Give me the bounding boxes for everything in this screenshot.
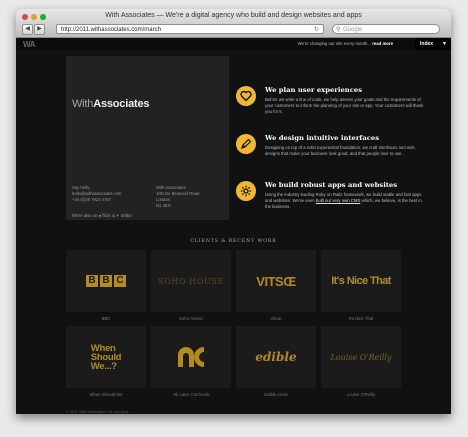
client-tile-vitsoe[interactable]: VITSŒ — [236, 250, 316, 312]
top-strip: WA We're changing our site every month..… — [16, 38, 451, 50]
wa-logo[interactable]: WA — [23, 40, 35, 49]
browser-window: With Associates — We're a digital agency… — [16, 9, 451, 414]
flickr-link[interactable]: flickr — [102, 213, 111, 218]
vitsoe-logo: VITSŒ — [256, 273, 296, 289]
read-more-link[interactable]: read more — [372, 41, 393, 46]
louise-oreilly-logo: Louise O'Reilly — [330, 352, 392, 362]
twitter-icon: ✦ — [116, 213, 120, 218]
address-line: N1 4EN — [156, 203, 171, 208]
address-block: With Associates 10G De Beauvoir Road Lon… — [156, 185, 199, 209]
heart-icon — [236, 86, 256, 106]
url-text: http://2011.withassociates.com/march — [61, 27, 161, 33]
client-caption: Soho House — [179, 316, 203, 321]
ok-later-logo — [178, 347, 204, 367]
social-links: We're also on ● flickr & ✦ twitter — [72, 213, 132, 218]
address-bar[interactable]: http://2011.withassociates.com/march ↻ — [56, 24, 324, 34]
social-prefix: We're also on — [72, 213, 98, 218]
social-amp: & — [112, 213, 115, 218]
gear-icon — [236, 181, 256, 201]
feature-title: We design intuitive interfaces — [265, 134, 380, 142]
client-tile-louise-oreilly[interactable]: Louise O'Reilly — [321, 326, 401, 388]
feature-title: We build robust apps and websites — [265, 181, 398, 189]
topstrip-text: We're changing our site every month... — [297, 41, 372, 46]
back-button[interactable]: ◀ — [22, 24, 33, 35]
pen-icon — [236, 134, 256, 154]
forward-button[interactable]: ▶ — [34, 24, 45, 35]
brand-prefix: With — [72, 98, 94, 110]
brand-suffix: Associates — [93, 98, 150, 110]
client-caption: Edible snow — [264, 392, 288, 397]
chevron-left-icon: ◀ — [25, 26, 30, 32]
search-placeholder: Google — [343, 27, 363, 33]
client-tile-ok-later[interactable] — [151, 326, 231, 388]
edible-logo: edible — [255, 350, 297, 364]
search-icon: ⚲ — [336, 27, 341, 33]
contact-block: Say hello, hello@withassociates.com +44 … — [72, 185, 121, 203]
client-caption: When Should We — [89, 392, 123, 397]
index-label: Index — [420, 41, 434, 47]
web-page: WA We're changing our site every month..… — [16, 38, 451, 414]
twitter-link[interactable]: twitter — [121, 213, 132, 218]
cms-link[interactable]: built our very own CMS — [316, 198, 360, 203]
soho-house-logo: SOHO HOUSE — [158, 276, 224, 286]
client-caption: BBC — [101, 316, 111, 321]
client-caption: Louise O'Reilly — [346, 392, 376, 397]
index-menu-button[interactable]: Index ▼ — [415, 38, 451, 50]
footer-copyright: © 2011 With Associates Ltd. All rights — [66, 410, 129, 414]
caret-down-icon: ▼ — [442, 41, 447, 47]
feature-title: We plan user experiences — [265, 86, 363, 94]
client-tile-when-should-we[interactable]: When Should We...? — [66, 326, 146, 388]
client-tile-bbc[interactable]: BBC — [66, 250, 146, 312]
feature-body: Designing on top of a solid experiential… — [265, 145, 415, 156]
its-nice-that-logo: It's Nice That — [331, 275, 391, 287]
search-input[interactable]: ⚲ Google — [332, 24, 440, 34]
client-tile-its-nice-that[interactable]: It's Nice That — [321, 250, 401, 312]
flickr-icon: ● — [98, 213, 102, 218]
window-title: With Associates — We're a digital agency… — [105, 12, 362, 19]
topstrip-message: We're changing our site every month... r… — [298, 41, 393, 46]
client-caption: Ok Later Cut brook — [172, 392, 210, 397]
contact-phone: +44 (0)20 7923 4767 — [72, 197, 112, 202]
feature-body: Before we write a line of code, we help … — [265, 97, 424, 114]
client-tile-edible[interactable]: edible — [236, 326, 316, 388]
clients-heading: CLIENTS & RECENT WORK — [190, 239, 277, 244]
client-tile-soho-house[interactable]: SOHO HOUSE — [151, 250, 231, 312]
chevron-right-icon: ▶ — [37, 26, 42, 32]
when-should-we-logo: When Should We...? — [90, 342, 122, 372]
intro-panel: WithAssociates Say hello, hello@withasso… — [66, 56, 229, 220]
reload-icon[interactable]: ↻ — [314, 25, 319, 35]
brand-wordmark: WithAssociates — [72, 98, 149, 110]
client-caption: It's Nice That — [348, 316, 374, 321]
client-caption: Vitsœ — [270, 316, 282, 321]
browser-toolbar: With Associates — We're a digital agency… — [16, 9, 451, 38]
bbc-logo: BBC — [86, 275, 126, 287]
feature-body: Using the industry leading Ruby on Rails… — [265, 192, 425, 210]
